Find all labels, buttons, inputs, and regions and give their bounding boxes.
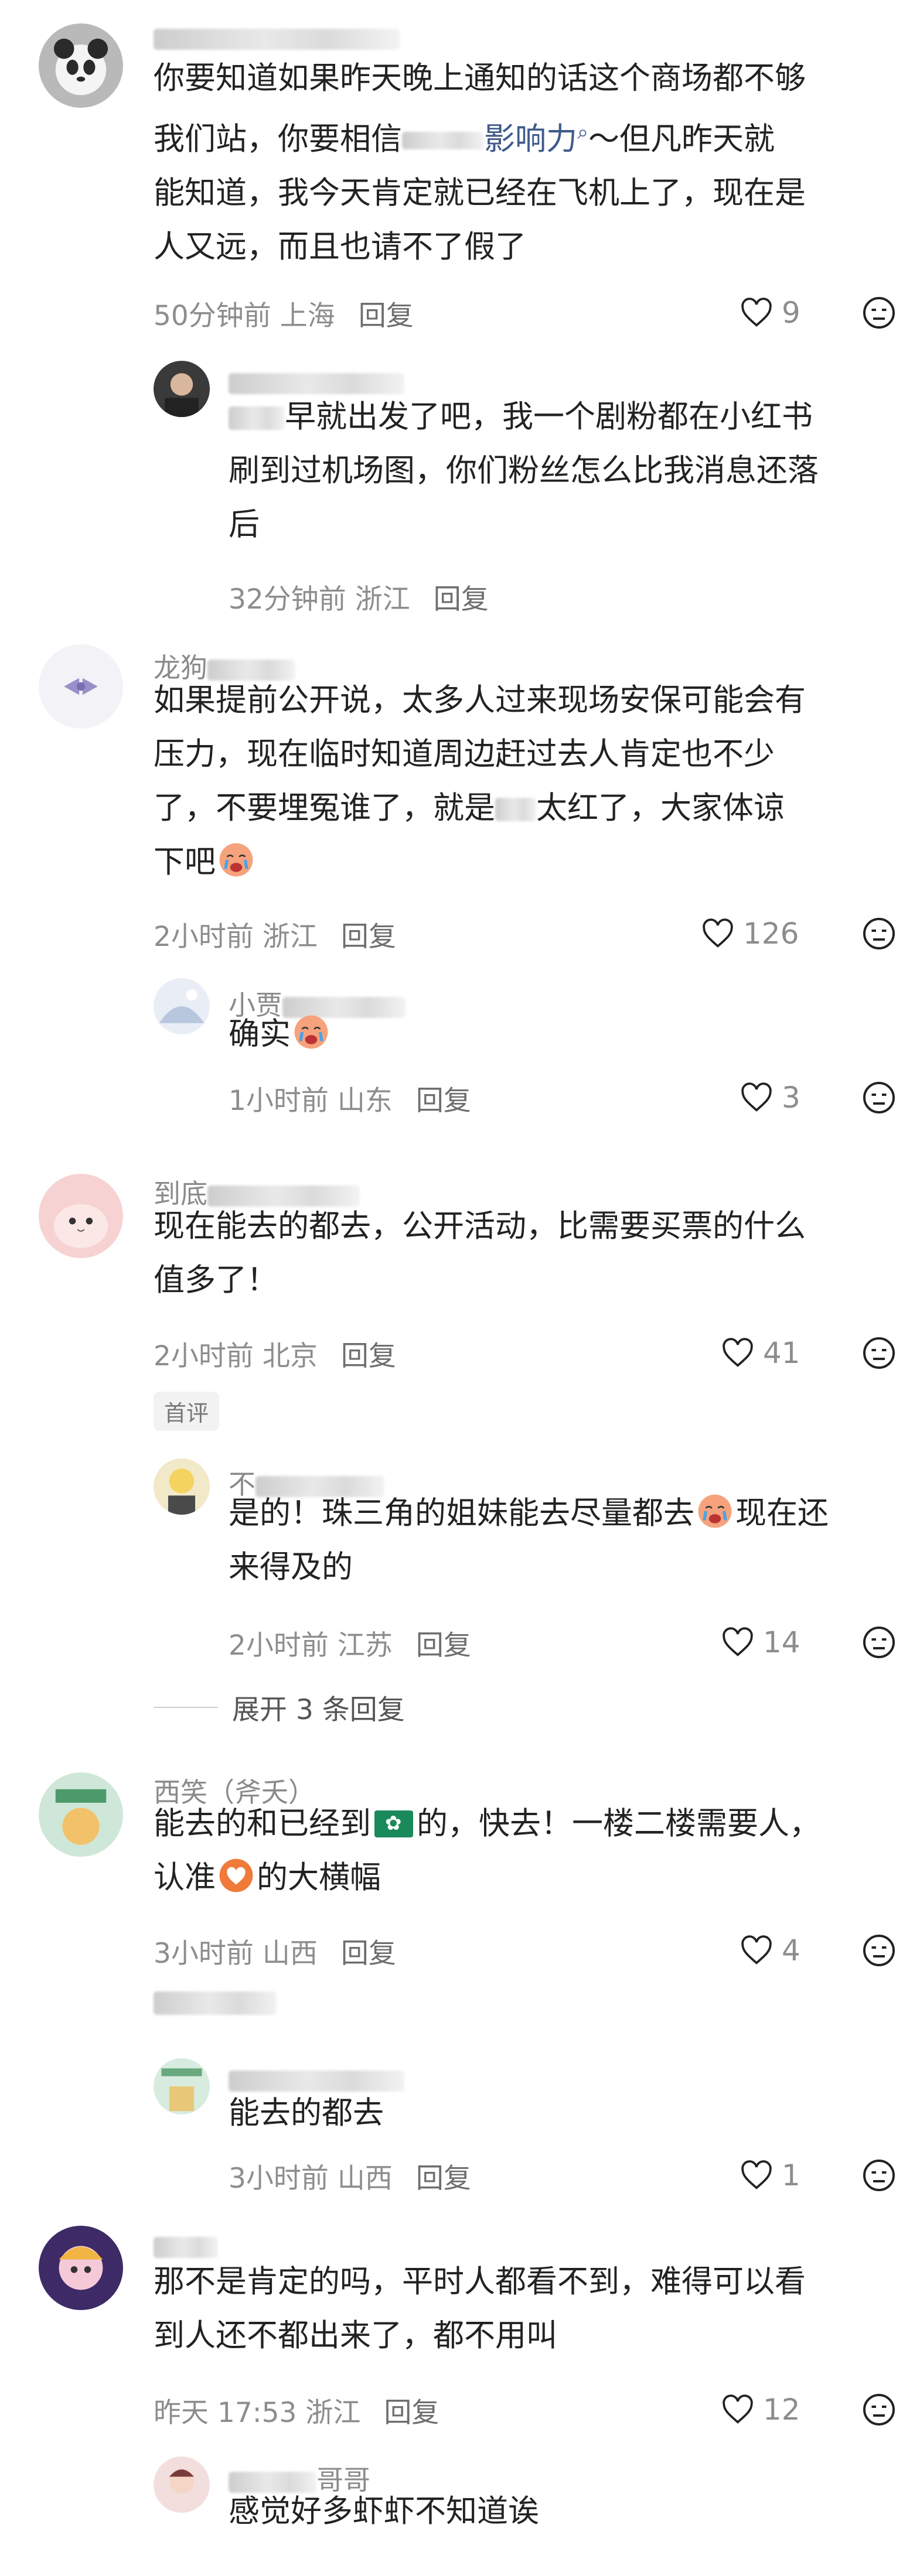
- dislike-icon[interactable]: [861, 916, 897, 951]
- comment-meta: 3小时前 山西 回复: [229, 2162, 471, 2195]
- comment-text: 是的！珠三角的姐妹能去尽量都去 现在还 来得及的: [229, 1487, 829, 1594]
- expand-replies-button[interactable]: 展开 3 条回复: [154, 1687, 405, 1727]
- dislike-icon[interactable]: [861, 2158, 897, 2193]
- reply-button[interactable]: 回复: [384, 2397, 439, 2429]
- comment-meta: 2小时前 浙江 回复: [154, 921, 396, 953]
- heart-icon: [723, 1627, 753, 1656]
- heart-icon: [741, 298, 772, 327]
- reply-button[interactable]: 回复: [341, 921, 396, 953]
- crying-emoji-icon: [697, 1492, 733, 1529]
- avatar[interactable]: [154, 2457, 210, 2513]
- comment-text: 确实: [229, 1007, 332, 1061]
- reply-button[interactable]: 回复: [416, 2162, 471, 2195]
- first-review-badge: 首评: [154, 1392, 220, 1431]
- like-button[interactable]: 4: [740, 1933, 800, 1968]
- dislike-icon[interactable]: [861, 1625, 897, 1660]
- like-count: 1: [782, 2158, 800, 2192]
- like-count: 41: [763, 1336, 800, 1370]
- heart-icon: [723, 2394, 753, 2424]
- like-button[interactable]: 3: [740, 1080, 800, 1115]
- comment-text: 感觉好多虾虾不知道诶: [229, 2493, 539, 2529]
- comment-meta: 2小时前 北京 回复: [154, 1340, 396, 1372]
- comment-text: 能去的和已经到的，快去！一楼二楼需要人， 认准的大横幅: [154, 1797, 820, 1905]
- dislike-icon[interactable]: [861, 1335, 897, 1371]
- heart-icon: [741, 1935, 772, 1965]
- crying-emoji-icon: [218, 841, 254, 877]
- divider: [154, 1706, 218, 1708]
- heart-icon: [703, 918, 733, 948]
- reply-button[interactable]: 回复: [416, 1629, 471, 1662]
- heart-icon: [723, 1338, 753, 1367]
- avatar[interactable]: [39, 23, 123, 108]
- dislike-icon[interactable]: [861, 1933, 897, 1968]
- comment-meta: 50分钟前 上海 回复: [154, 300, 414, 332]
- dislike-icon[interactable]: [861, 1080, 897, 1115]
- avatar[interactable]: [154, 978, 210, 1034]
- comment-meta: 3小时前 山西 回复: [154, 1938, 396, 1970]
- comment-text: 能去的都去: [229, 2095, 384, 2131]
- reply-button[interactable]: 回复: [359, 300, 414, 332]
- like-button[interactable]: 41: [721, 1335, 800, 1371]
- avatar[interactable]: [39, 644, 123, 729]
- like-count: 12: [763, 2393, 800, 2427]
- macau-flag-icon: [374, 1810, 413, 1837]
- like-button[interactable]: 14: [721, 1625, 800, 1660]
- like-count: 126: [743, 917, 799, 951]
- heart-emoji-icon: [218, 1857, 254, 1893]
- avatar[interactable]: [154, 2058, 210, 2114]
- comment-text: 早就出发了吧，我一个剧粉都在小红书 刷到过机场图，你们粉丝怎么比我消息还落 后: [229, 399, 819, 542]
- comment-meta: 32分钟前 浙江 回复: [229, 583, 489, 616]
- heart-icon: [741, 2160, 772, 2189]
- comment-meta: 昨天 17:53 浙江 回复: [154, 2397, 439, 2429]
- search-icon[interactable]: ⌕: [577, 121, 588, 144]
- reply-button[interactable]: 回复: [341, 1340, 396, 1372]
- reply-button[interactable]: 回复: [434, 583, 489, 616]
- heart-icon: [741, 1082, 772, 1112]
- like-button[interactable]: 9: [740, 295, 800, 330]
- like-count: 14: [763, 1625, 800, 1659]
- dislike-icon[interactable]: [861, 2392, 897, 2427]
- comment-meta: 2小时前 江苏 回复: [229, 1629, 471, 1662]
- comment-text: 你要知道如果昨天晚上通知的话这个商场都不够 我们站，你要相信 影响力⌕～但凡昨天就…: [154, 60, 806, 265]
- comment-text: 如果提前公开说，太多人过来现场安保可能会有 压力，现在临时知道周边赶过去人肯定也…: [154, 682, 806, 880]
- avatar[interactable]: [154, 1458, 210, 1515]
- reply-button[interactable]: 回复: [416, 1085, 471, 1117]
- avatar[interactable]: [39, 1772, 123, 1857]
- like-button[interactable]: 12: [721, 2392, 800, 2427]
- like-count: 3: [782, 1081, 800, 1115]
- avatar[interactable]: [39, 1174, 123, 1258]
- crying-emoji-icon: [293, 1013, 329, 1050]
- reply-button[interactable]: 回复: [341, 1938, 396, 1970]
- avatar[interactable]: [154, 361, 210, 417]
- comment-text: 现在能去的都去，公开活动，比需要买票的什么 值多了！: [154, 1208, 806, 1298]
- like-count: 4: [782, 1933, 800, 1967]
- comment-text: 那不是肯定的吗，平时人都看不到，难得可以看 到人还不都出来了，都不用叫: [154, 2264, 806, 2353]
- comment-author[interactable]: [154, 21, 400, 53]
- avatar[interactable]: [39, 2226, 123, 2310]
- comment-meta: 1小时前 山东 回复: [229, 1085, 471, 1117]
- like-button[interactable]: 126: [701, 916, 799, 951]
- collapsed-hint: [154, 1991, 277, 2015]
- dislike-icon[interactable]: [861, 295, 897, 330]
- like-count: 9: [782, 296, 800, 330]
- like-button[interactable]: 1: [740, 2158, 800, 2193]
